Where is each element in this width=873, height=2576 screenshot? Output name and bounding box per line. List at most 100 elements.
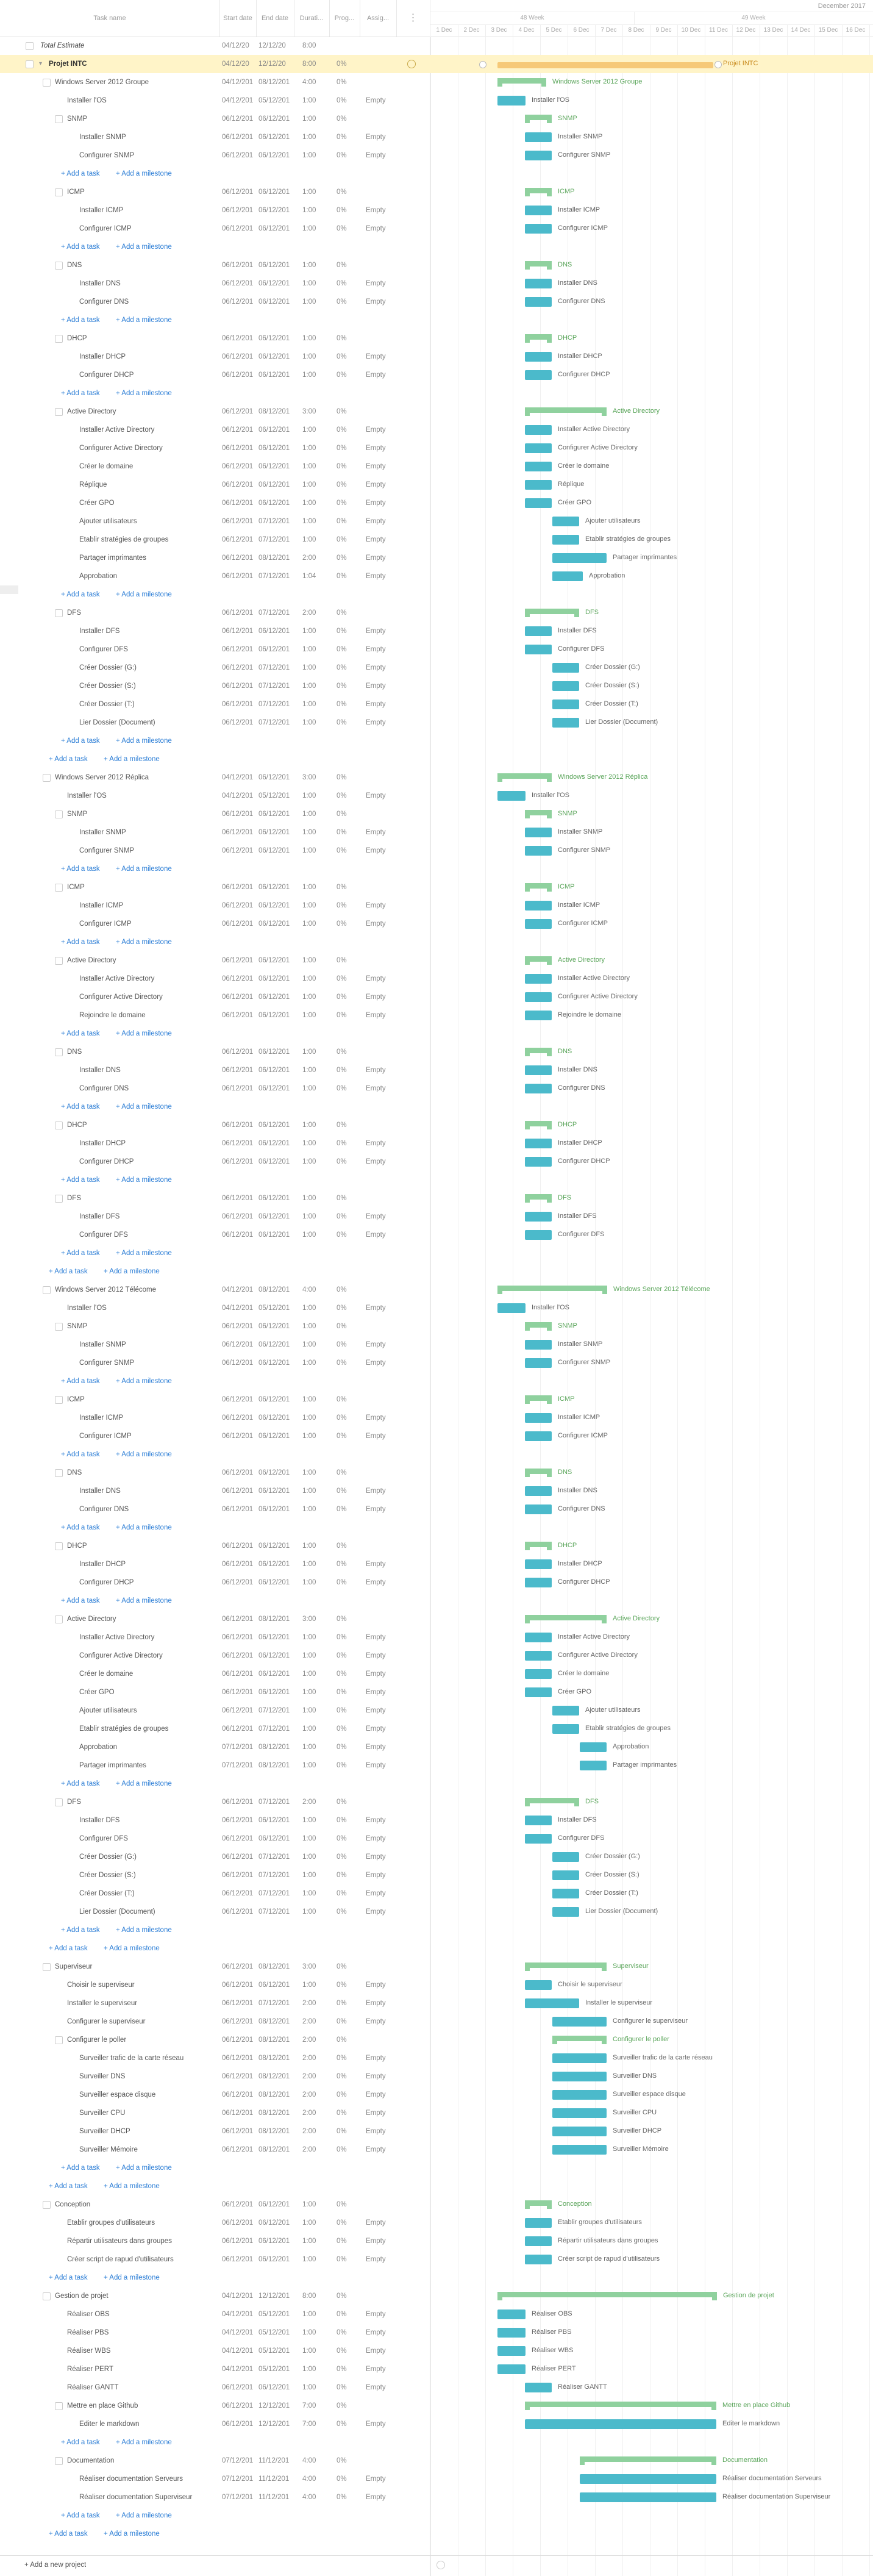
task-end[interactable]: 06/12/201 <box>258 110 290 128</box>
task-start[interactable]: 06/12/201 <box>222 1884 254 1903</box>
task-progress[interactable]: 0% <box>337 1555 347 1573</box>
task-bar[interactable] <box>525 1340 552 1350</box>
task-assignee[interactable]: Empty <box>366 1701 386 1720</box>
task-end[interactable]: 06/12/201 <box>258 805 290 823</box>
task-assignee[interactable]: Empty <box>366 1427 386 1445</box>
task-name[interactable]: DHCP <box>67 329 216 348</box>
task-end[interactable]: 07/12/201 <box>258 1720 290 1738</box>
task-end[interactable]: 06/12/201 <box>258 1317 290 1336</box>
task-bar[interactable] <box>525 206 552 215</box>
task-bar[interactable] <box>580 1761 607 1770</box>
task-end[interactable]: 11/12/201 <box>258 2452 290 2470</box>
task-end[interactable]: 05/12/201 <box>258 787 290 805</box>
task-progress[interactable]: 0% <box>337 476 347 494</box>
task-name[interactable]: Installer DNS <box>79 274 216 293</box>
task-start[interactable]: 06/12/201 <box>222 1537 254 1555</box>
task-progress[interactable]: 0% <box>337 2397 347 2415</box>
task-end[interactable]: 08/12/201 <box>258 1610 290 1628</box>
task-assignee[interactable]: Empty <box>366 1683 386 1701</box>
add-milestone-button[interactable]: + Add a milestone <box>104 750 160 768</box>
task-bar[interactable] <box>552 1870 579 1880</box>
task-end[interactable]: 06/12/201 <box>258 1116 290 1134</box>
task-start[interactable]: 06/12/201 <box>222 1555 254 1573</box>
task-duration[interactable]: 1:00 <box>302 1665 316 1683</box>
task-progress[interactable]: 0% <box>337 348 347 366</box>
task-name[interactable]: Réaliser PBS <box>67 2324 216 2342</box>
task-start[interactable]: 06/12/201 <box>222 1830 254 1848</box>
task-progress[interactable]: 0% <box>337 1701 347 1720</box>
task-progress[interactable]: 0% <box>337 951 347 970</box>
task-row[interactable]: Surveiller DNS 06/12/201 08/12/201 2:00 0% Em… <box>0 2067 430 2086</box>
task-assignee[interactable]: Empty <box>366 549 386 567</box>
task-end[interactable]: 06/12/201 <box>258 640 290 659</box>
task-bar[interactable] <box>552 699 579 709</box>
task-start[interactable]: 06/12/201 <box>222 970 254 988</box>
task-assignee[interactable]: Empty <box>366 1299 386 1317</box>
task-progress[interactable]: 0% <box>337 1153 347 1171</box>
task-name[interactable]: Réaliser PERT <box>67 2360 216 2378</box>
task-duration[interactable]: 1:00 <box>302 2342 316 2360</box>
task-name[interactable]: Configurer DFS <box>79 640 216 659</box>
task-row[interactable]: Créer le domaine 06/12/201 06/12/201 1:00 0%… <box>0 457 430 476</box>
task-duration[interactable]: 1:00 <box>302 91 316 110</box>
task-duration[interactable]: 1:00 <box>302 2360 316 2378</box>
task-duration[interactable]: 1:00 <box>302 1043 316 1061</box>
task-progress[interactable]: 0% <box>337 2287 347 2305</box>
summary-bar[interactable] <box>525 407 607 416</box>
task-end[interactable]: 08/12/201 <box>258 2104 290 2122</box>
add-milestone-button[interactable]: + Add a milestone <box>104 2525 160 2543</box>
task-start[interactable]: 06/12/201 <box>222 1610 254 1628</box>
task-name[interactable]: Créer script de rapud d'utilisateurs <box>67 2250 216 2269</box>
task-bar[interactable] <box>552 2017 607 2027</box>
task-bar[interactable] <box>525 1504 552 1514</box>
task-progress[interactable]: 0% <box>337 1226 347 1244</box>
add-milestone-button[interactable]: + Add a milestone <box>116 2433 172 2452</box>
task-name[interactable]: Réaliser documentation Superviseur <box>79 2488 216 2506</box>
task-assignee[interactable]: Empty <box>366 146 386 165</box>
task-row[interactable]: Créer Dossier (G:) 06/12/201 07/12/201 1:00… <box>0 659 430 677</box>
task-progress[interactable]: 0% <box>337 1573 347 1592</box>
task-row[interactable]: Installer DFS 06/12/201 06/12/201 1:00 0% Emp… <box>0 1811 430 1830</box>
task-bar[interactable] <box>525 626 552 636</box>
add-milestone-button[interactable]: + Add a milestone <box>116 238 172 256</box>
task-progress[interactable]: 0% <box>337 1189 347 1208</box>
task-progress[interactable]: 0% <box>337 896 347 915</box>
task-assignee[interactable]: Empty <box>366 2141 386 2159</box>
task-name[interactable]: Installer ICMP <box>79 201 216 220</box>
task-row[interactable]: Etablir stratégies de groupes 06/12/201 07… <box>0 531 430 549</box>
group-row[interactable]: DHCP 06/12/201 06/12/201 1:00 0% <box>0 1537 430 1555</box>
task-start[interactable]: 06/12/201 <box>222 805 254 823</box>
task-name[interactable]: Configurer Active Directory <box>79 1647 216 1665</box>
task-duration[interactable]: 1:00 <box>302 110 316 128</box>
task-name[interactable]: Mettre en place Github <box>67 2397 216 2415</box>
task-end[interactable]: 05/12/201 <box>258 2342 290 2360</box>
task-duration[interactable]: 1:00 <box>302 1317 316 1336</box>
task-name[interactable]: Installer SNMP <box>79 128 216 146</box>
task-duration[interactable]: 1:00 <box>302 915 316 933</box>
task-duration[interactable]: 2:00 <box>302 2086 316 2104</box>
task-end[interactable]: 07/12/201 <box>258 714 290 732</box>
summary-bar[interactable] <box>525 1798 579 1806</box>
task-row[interactable]: Réaliser documentation Serveurs 07/12/201… <box>0 2470 430 2488</box>
task-end[interactable]: 06/12/201 <box>258 421 290 439</box>
task-name[interactable]: Réaliser documentation Serveurs <box>79 2470 216 2488</box>
task-name[interactable]: Configurer DHCP <box>79 1573 216 1592</box>
task-name[interactable]: Windows Server 2012 Réplica <box>55 768 216 787</box>
task-name[interactable]: Configurer DNS <box>79 293 216 311</box>
task-duration[interactable]: 1:00 <box>302 1134 316 1153</box>
col-end[interactable]: End date <box>256 0 294 37</box>
task-start[interactable]: 06/12/201 <box>222 1189 254 1208</box>
task-progress[interactable]: 0% <box>337 768 347 787</box>
task-bar[interactable] <box>525 370 552 380</box>
col-progress[interactable]: Prog... <box>329 0 360 37</box>
task-name[interactable]: DNS <box>67 1464 216 1482</box>
task-row[interactable]: Installer le superviseur 06/12/201 07/12/2… <box>0 1994 430 2012</box>
task-duration[interactable]: 1:00 <box>302 1153 316 1171</box>
task-row[interactable]: Rejoindre le domaine 06/12/201 06/12/201 1:… <box>0 1006 430 1025</box>
task-duration[interactable]: 1:00 <box>302 1427 316 1445</box>
task-name[interactable]: Installer Active Directory <box>79 970 216 988</box>
task-row[interactable]: Configurer DNS 06/12/201 06/12/201 1:00 0% Em… <box>0 1500 430 1519</box>
task-bar[interactable] <box>525 919 552 929</box>
collapse-toggle[interactable] <box>55 115 63 123</box>
task-duration[interactable]: 2:00 <box>302 2031 316 2049</box>
